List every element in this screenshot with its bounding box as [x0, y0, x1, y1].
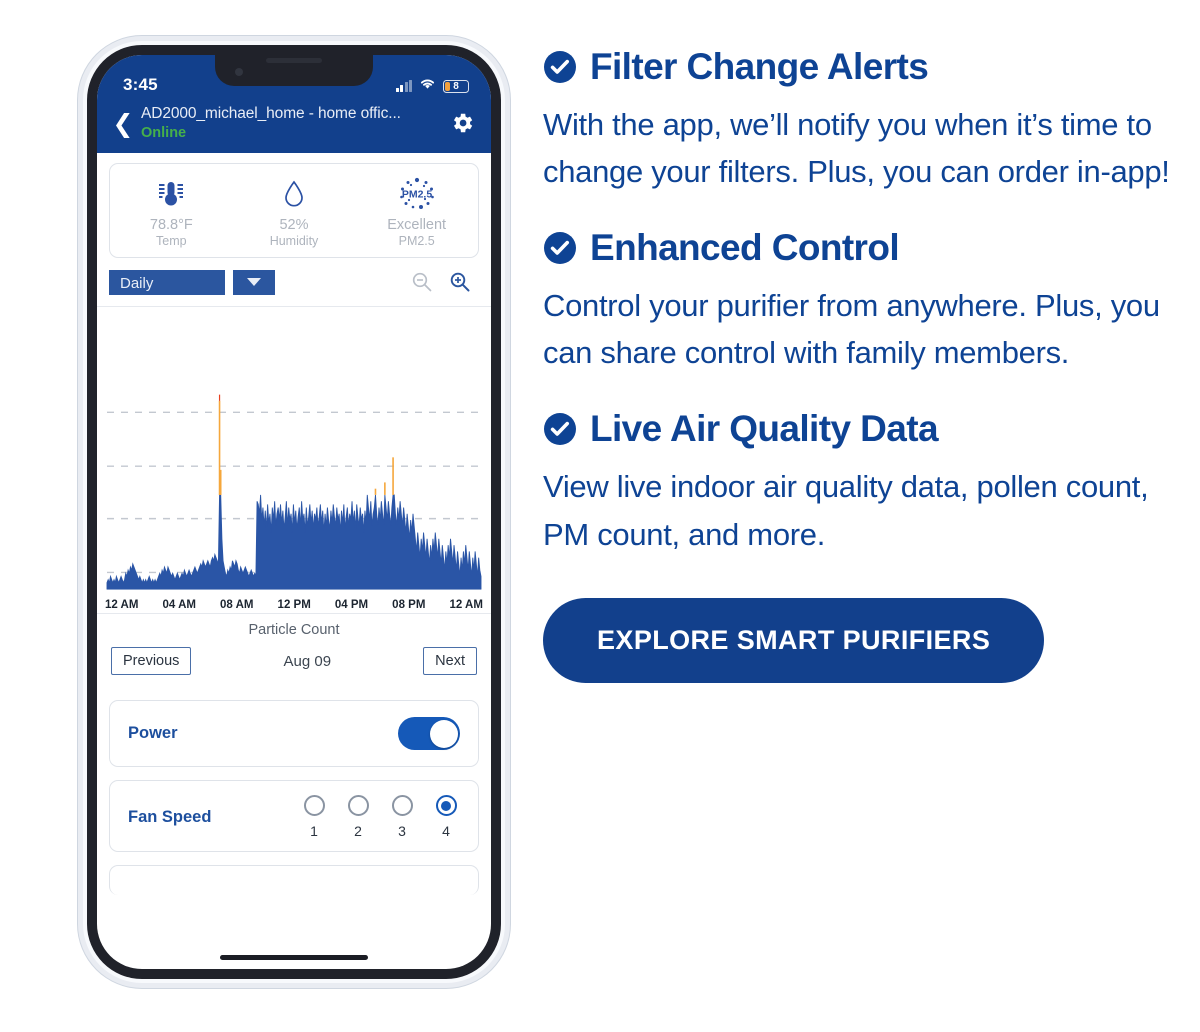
fan-speed-label: Fan Speed — [128, 807, 212, 826]
explore-smart-purifiers-button[interactable]: EXPLORE SMART PURIFIERS — [543, 597, 1045, 683]
chart-x-axis: 12 AM 04 AM 08 AM 12 PM 04 PM 08 PM 12 AM — [97, 597, 491, 611]
chart-nav-row: Previous Aug 09 Next — [111, 647, 477, 675]
chart-alert-segment — [218, 394, 221, 401]
chevron-down-icon[interactable] — [233, 269, 275, 295]
next-card-partial — [109, 865, 479, 895]
thermometer-icon — [110, 174, 233, 214]
sensor-pm25: PM2.5 Excellent PM2.5 — [355, 174, 478, 248]
feature-block: Enhanced Control Control your purifier f… — [543, 229, 1173, 376]
fan-speed-option[interactable]: 3 — [388, 795, 416, 839]
device-title: AD2000_michael_home - home offic... — [141, 105, 401, 122]
feature-title: Filter Change Alerts — [590, 46, 929, 87]
x-tick-label: 08 PM — [392, 599, 426, 611]
chart-canvas — [106, 394, 482, 590]
earpiece-speaker — [266, 58, 322, 63]
power-label: Power — [128, 724, 178, 742]
chart-metric-label: Particle Count — [248, 622, 340, 638]
chart-area-series — [106, 494, 482, 590]
page-root: 3:45 8 ❮ AD2000_michael_home - home offi… — [0, 0, 1200, 1032]
feature-heading: Filter Change Alerts — [543, 48, 1173, 85]
app-body: 78.8°F Temp 52% Humidity PM2.5 Excellent… — [97, 163, 491, 895]
power-toggle[interactable] — [398, 717, 460, 750]
fan-speed-option[interactable]: 4 — [432, 795, 460, 839]
fan-speed-option[interactable]: 1 — [300, 795, 328, 839]
phone-screen: 3:45 8 ❮ AD2000_michael_home - home offi… — [97, 55, 491, 969]
feature-body: View live indoor air quality data, polle… — [543, 469, 1149, 552]
humidity-drop-icon — [233, 174, 356, 214]
x-tick-label: 04 PM — [334, 599, 369, 611]
sensor-pm25-value: Excellent — [387, 217, 447, 233]
chart-date-label: Aug 09 — [283, 652, 332, 670]
zoom-out-icon[interactable] — [405, 267, 439, 297]
fan-speed-radio[interactable] — [391, 795, 413, 816]
pm25-icon: PM2.5 — [355, 174, 478, 214]
check-circle-icon — [543, 231, 577, 265]
chart-warning-segment — [219, 469, 222, 495]
chart-warning-segment — [384, 482, 386, 495]
back-chevron-icon[interactable]: ❮ — [109, 111, 137, 136]
sensor-humidity-value: 52% — [279, 217, 309, 233]
zoom-in-icon[interactable] — [443, 267, 477, 297]
check-circle-icon — [543, 412, 577, 446]
check-circle-icon — [543, 50, 577, 84]
feature-block: Filter Change Alerts With the app, we’ll… — [543, 48, 1173, 195]
feature-title: Enhanced Control — [590, 227, 900, 269]
sensor-summary-card: 78.8°F Temp 52% Humidity PM2.5 Excellent… — [109, 163, 479, 258]
front-camera — [235, 68, 243, 76]
fan-speed-number: 3 — [398, 823, 406, 839]
fan-speed-option[interactable]: 2 — [344, 795, 372, 839]
chart-warning-segment — [374, 488, 377, 495]
fan-speed-card: Fan Speed 1 2 3 4 — [109, 780, 479, 852]
power-toggle-knob — [429, 719, 458, 748]
next-button[interactable]: Next — [423, 647, 477, 675]
feature-body: Control your purifier from anywhere. Plu… — [543, 288, 1160, 371]
phone-notch — [215, 55, 373, 86]
device-status-badge: Online — [141, 125, 187, 141]
chart-toolbar: Daily — [97, 258, 491, 307]
features-panel: Filter Change Alerts With the app, we’ll… — [543, 48, 1173, 683]
status-clock: 3:45 — [123, 75, 158, 94]
battery-level: 8 — [453, 80, 459, 92]
fan-speed-number: 4 — [442, 823, 450, 839]
sensor-temp-value: 78.8°F — [149, 217, 193, 233]
chart-warning-segment — [392, 457, 394, 495]
app-header: ❮ AD2000_michael_home - home offic... On… — [97, 101, 491, 153]
feature-title: Live Air Quality Data — [590, 408, 939, 450]
header-titles: AD2000_michael_home - home offic... Onli… — [137, 105, 449, 141]
x-tick-label: 08 AM — [220, 599, 254, 611]
fan-speed-radio[interactable] — [303, 795, 325, 816]
sensor-humidity: 52% Humidity — [233, 174, 356, 248]
power-card: Power — [109, 700, 479, 767]
status-indicators: 8 — [395, 77, 469, 95]
range-select[interactable]: Daily — [109, 269, 225, 295]
fan-speed-number: 2 — [354, 823, 362, 839]
wifi-icon — [419, 77, 436, 95]
particle-count-chart[interactable]: 12 AM 04 AM 08 AM 12 PM 04 PM 08 PM 12 AM — [97, 307, 491, 611]
previous-button[interactable]: Previous — [111, 647, 192, 675]
fan-speed-number: 1 — [310, 823, 318, 839]
battery-icon: 8 — [443, 79, 469, 93]
phone-mockup: 3:45 8 ❮ AD2000_michael_home - home offi… — [78, 36, 510, 988]
feature-block: Live Air Quality Data View live indoor a… — [543, 410, 1173, 557]
x-tick-label: 12 AM — [105, 599, 139, 611]
fan-speed-radio[interactable] — [347, 795, 369, 816]
svg-text:PM2.5: PM2.5 — [401, 189, 432, 201]
sensor-temp: 78.8°F Temp — [110, 174, 233, 248]
feature-heading: Enhanced Control — [543, 229, 1173, 266]
x-tick-label: 04 AM — [162, 599, 196, 611]
cellular-bars-icon — [395, 80, 412, 92]
sensor-humidity-label: Humidity — [269, 234, 319, 248]
feature-heading: Live Air Quality Data — [543, 410, 1173, 447]
fan-speed-radio[interactable] — [435, 795, 457, 816]
fan-speed-options: 1 2 3 4 — [300, 795, 460, 839]
sensor-temp-label: Temp — [156, 234, 187, 248]
x-tick-label: 12 AM — [449, 599, 483, 611]
gear-icon[interactable] — [449, 110, 475, 136]
sensor-pm25-label: PM2.5 — [398, 234, 435, 248]
home-indicator[interactable] — [220, 954, 368, 960]
x-tick-label: 12 PM — [277, 599, 311, 611]
chart-footer: Particle Count Previous Aug 09 Next — [97, 613, 491, 687]
feature-body: With the app, we’ll notify you when it’s… — [543, 107, 1170, 190]
